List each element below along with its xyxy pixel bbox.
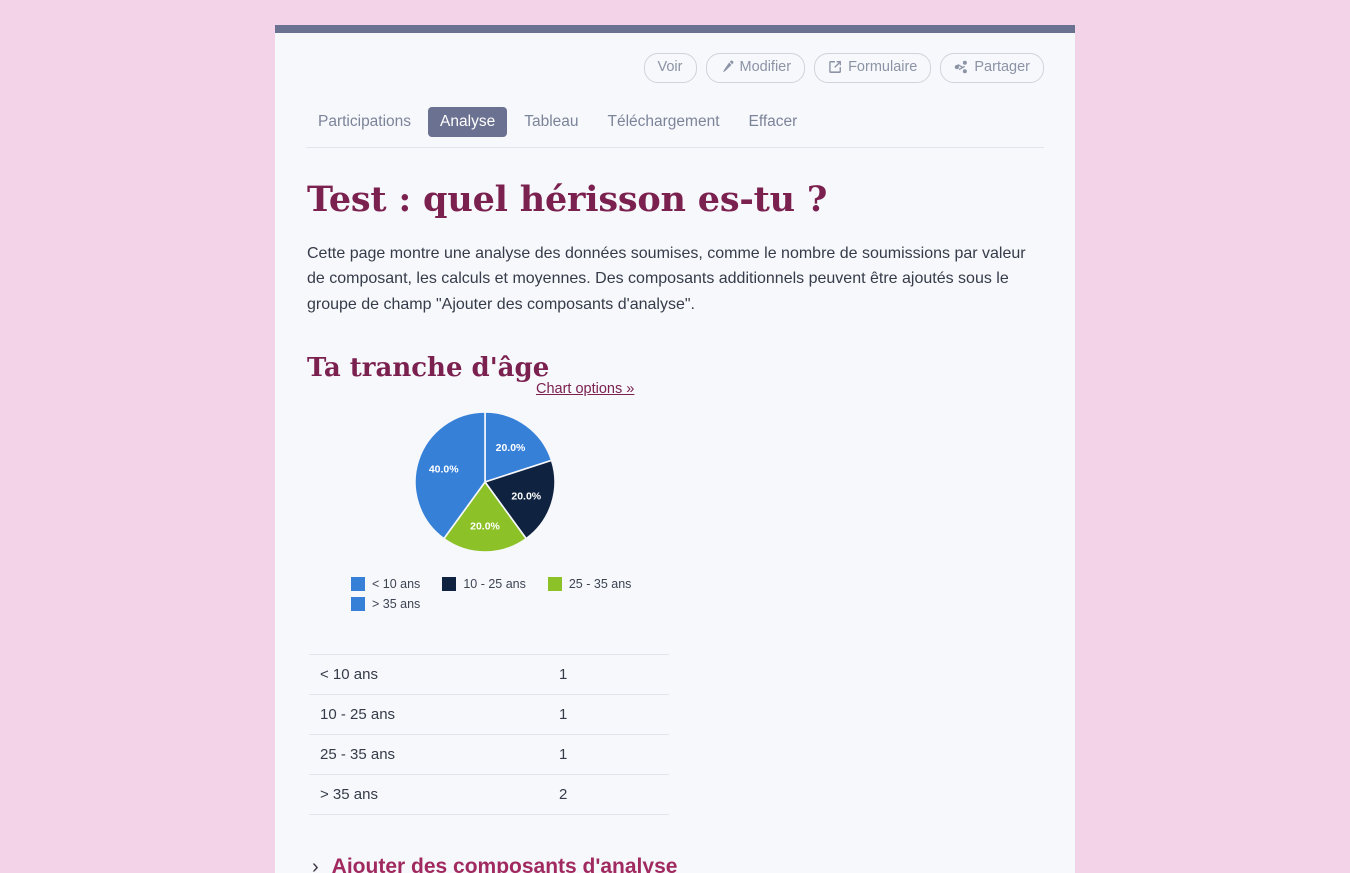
tab-bar: Participations Analyse Tableau Télécharg… <box>306 106 1044 148</box>
pie-chart-svg[interactable]: 20.0% 20.0% 20.0% 40.0% <box>307 404 662 556</box>
view-button[interactable]: Voir <box>643 53 697 83</box>
intro-paragraph: Cette page montre une analyse des donnée… <box>307 245 1026 313</box>
panel-inner: Voir Modifier Formulaire Partager Partic… <box>275 33 1075 873</box>
table-cell-value: 1 <box>559 746 568 764</box>
action-button-group: Voir Modifier Formulaire Partager <box>306 33 1044 83</box>
edit-button[interactable]: Modifier <box>705 53 806 83</box>
pie-slice-label: 20.0% <box>470 521 500 533</box>
pie-slice-label: 20.0% <box>511 491 541 503</box>
pencil-icon <box>720 60 734 74</box>
legend-label: 25 - 35 ans <box>568 577 632 592</box>
legend-item[interactable]: > 35 ans <box>351 597 421 612</box>
table-cell-label: > 35 ans <box>320 786 378 804</box>
share-nodes-icon <box>954 60 968 74</box>
table-row: 10 - 25 ans 1 <box>309 694 669 735</box>
tab-participations[interactable]: Participations <box>306 107 423 137</box>
chevron-right-icon: › <box>312 856 319 873</box>
edit-square-icon <box>828 60 842 74</box>
share-button-label: Partager <box>974 59 1030 75</box>
tab-analyse[interactable]: Analyse <box>428 106 508 137</box>
legend-label: < 10 ans <box>372 577 421 592</box>
chart-legend: < 10 ans 10 - 25 ans 25 - 35 ans > 35 ans <box>351 577 681 617</box>
add-analysis-components-toggle[interactable]: › Ajouter des composants d'analyse <box>312 855 1044 873</box>
edit-button-label: Modifier <box>739 59 792 75</box>
view-button-label: Voir <box>657 59 683 75</box>
pie-slice-label: 20.0% <box>496 442 526 454</box>
legend-swatch <box>442 577 457 592</box>
share-button[interactable]: Partager <box>940 53 1044 83</box>
pie-slice-label: 40.0% <box>429 464 459 476</box>
table-cell-label: < 10 ans <box>320 666 378 684</box>
legend-item[interactable]: 25 - 35 ans <box>547 577 632 592</box>
panel-top-accent-bar <box>275 25 1075 33</box>
table-row: < 10 ans 1 <box>309 654 669 695</box>
table-row: > 35 ans 2 <box>309 774 669 815</box>
table-cell-value: 2 <box>559 786 568 804</box>
pie-chart-block: 20.0% 20.0% 20.0% 40.0% < 10 ans 10 - 25 ans… <box>307 404 662 617</box>
legend-item[interactable]: 10 - 25 ans <box>442 577 526 592</box>
table-cell-label: 10 - 25 ans <box>320 706 396 724</box>
legend-label: > 35 ans <box>372 597 421 612</box>
form-button[interactable]: Formulaire <box>814 53 932 83</box>
chart-options-row: Chart options » <box>306 380 1044 398</box>
table-row: 25 - 35 ans 1 <box>309 734 669 775</box>
legend-swatch <box>351 597 365 612</box>
pie-chart: 20.0% 20.0% 20.0% 40.0% <box>307 404 662 556</box>
section-title: Ta tranche d'âge <box>307 352 550 383</box>
legend-swatch <box>351 577 365 592</box>
page-title: Test : quel hérisson es-tu ? <box>307 178 828 220</box>
legend-swatch <box>547 577 562 592</box>
tab-effacer[interactable]: Effacer <box>737 107 810 137</box>
legend-item[interactable]: < 10 ans <box>351 577 421 592</box>
form-button-label: Formulaire <box>848 59 918 75</box>
tab-tableau[interactable]: Tableau <box>512 107 590 137</box>
page-root: Voir Modifier Formulaire Partager Partic… <box>0 0 1350 873</box>
table-cell-value: 1 <box>559 706 568 724</box>
table-cell-value: 1 <box>559 666 568 684</box>
chart-options-link[interactable]: Chart options » <box>536 381 634 397</box>
legend-label: 10 - 25 ans <box>463 577 526 592</box>
content-panel: Voir Modifier Formulaire Partager Partic… <box>275 25 1075 873</box>
tab-telechargement[interactable]: Téléchargement <box>596 107 732 137</box>
table-cell-label: 25 - 35 ans <box>320 746 396 764</box>
add-analysis-components-label: Ajouter des composants d'analyse <box>331 855 678 873</box>
analysis-table: < 10 ans 1 10 - 25 ans 1 25 - 35 ans 1 > 35 an… <box>309 654 669 815</box>
